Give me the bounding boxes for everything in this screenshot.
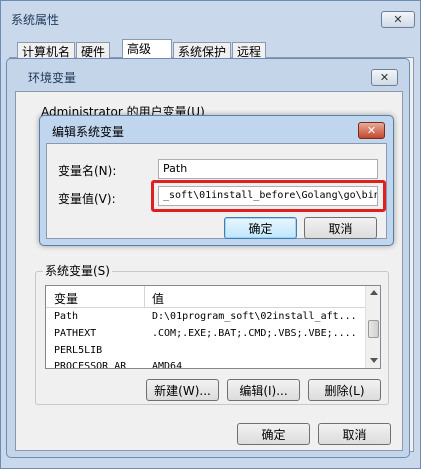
edit-dialog-cancel-button[interactable]: 取消 [304,217,377,239]
edit-dialog-close-button[interactable]: ✕ [358,122,385,139]
system-variables-list[interactable]: 变量 值 Path D:\01program_soft\02install_af… [45,285,381,369]
tab-label: 硬件 [81,45,106,59]
ok-button[interactable]: 确定 [237,423,310,445]
system-properties-title: 系统属性 [11,13,60,27]
button-label: 删除(L) [324,383,365,398]
scroll-up-arrow-icon[interactable] [370,290,378,295]
column-divider [144,286,145,308]
cancel-button[interactable]: 取消 [318,423,391,445]
edit-system-variable-dialog: 编辑系统变量 ✕ 变量名(N): Path 变量值(V): _soft\01in… [39,115,394,246]
button-label: 取消 [342,427,367,442]
column-header-value[interactable]: 值 [152,290,164,307]
row-name: Path [54,311,79,322]
edit-dialog-title: 编辑系统变量 [52,125,125,139]
scroll-down-arrow-icon[interactable] [370,358,378,363]
close-icon: ✕ [393,13,403,26]
tab-label: 系统保护 [178,45,227,59]
variable-value-label: 变量值(V): [58,192,116,206]
system-properties-close-button[interactable]: ✕ [381,11,415,28]
delete-variable-button[interactable]: 删除(L) [308,379,381,401]
tab-label: 远程 [237,45,262,59]
tab-label: 高级 [127,42,152,56]
environment-variables-title: 环境变量 [28,71,77,85]
list-header: 变量 值 [46,286,366,308]
column-header-variable[interactable]: 变量 [54,290,78,307]
new-variable-button[interactable]: 新建(W)... [146,379,219,401]
row-name: PROCESSOR_AR [54,361,127,369]
button-label: 编辑(I)... [239,383,288,398]
environment-variables-close-button[interactable]: ✕ [371,69,398,86]
row-name: PATHEXT [54,328,97,339]
highlight-box [151,180,386,212]
row-value: AMD64 [152,361,183,369]
table-row[interactable]: Path D:\01program_soft\02install_aft... [46,308,366,326]
table-row[interactable]: PROCESSOR_AR AMD64 [46,358,366,369]
row-value: D:\01program_soft\02install_aft... [152,311,357,322]
button-label: 取消 [328,221,353,236]
scrollbar-thumb[interactable] [368,320,379,338]
close-icon: ✕ [379,71,390,84]
button-label: 确定 [261,427,286,442]
variable-name-input[interactable]: Path [158,159,378,179]
system-variables-label: 系统变量(S) [43,262,112,279]
table-row[interactable]: PATHEXT .COM;.EXE;.BAT;.CMD;.VBS;.VBE;..… [46,325,366,343]
edit-variable-button[interactable]: 编辑(I)... [227,379,300,401]
button-label: 确定 [248,221,273,236]
close-icon: ✕ [366,124,377,137]
variable-name-label: 变量名(N): [58,164,117,178]
tab-label: 计算机名 [22,45,71,59]
edit-dialog-ok-button[interactable]: 确定 [224,217,297,239]
button-label: 新建(W)... [154,383,211,398]
vertical-scrollbar[interactable] [365,286,380,368]
row-value: .COM;.EXE;.BAT;.CMD;.VBS;.VBE;.... [152,328,357,339]
